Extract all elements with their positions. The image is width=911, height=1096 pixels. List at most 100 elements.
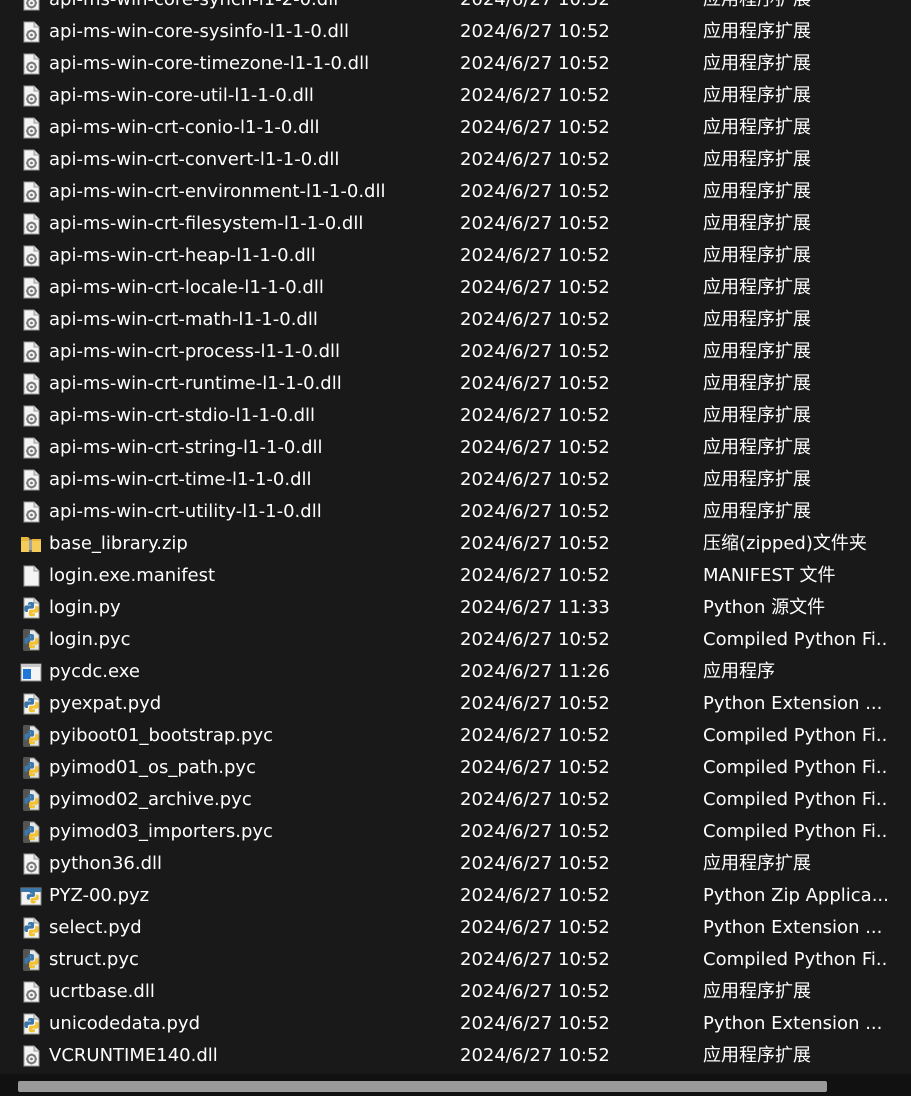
file-row[interactable]: api-ms-win-crt-filesystem-l1-1-0.dll 2024…	[0, 208, 911, 240]
file-type: 应用程序	[703, 661, 775, 682]
file-row[interactable]: VCRUNTIME140.dll 2024/6/27 10:52 应用程序扩展	[0, 1040, 911, 1072]
file-type: 应用程序扩展	[703, 981, 811, 1002]
file-name[interactable]: login.exe.manifest	[49, 560, 215, 592]
file-row[interactable]: api-ms-win-crt-environment-l1-1-0.dll 202…	[0, 176, 911, 208]
file-row[interactable]: api-ms-win-crt-locale-l1-1-0.dll 2024/6/2…	[0, 272, 911, 304]
file-row[interactable]: login.pyc 2024/6/27 10:52 Compiled Python …	[0, 624, 911, 656]
file-row[interactable]: api-ms-win-crt-conio-l1-1-0.dll 2024/6/27…	[0, 112, 911, 144]
file-date-modified: 2024/6/27 11:26	[460, 661, 610, 682]
file-name[interactable]: base_library.zip	[49, 528, 188, 560]
python-extension-file-icon	[20, 693, 42, 715]
python-compiled-file-icon	[20, 757, 42, 779]
file-name[interactable]: login.pyc	[49, 624, 131, 656]
file-name[interactable]: api-ms-win-crt-filesystem-l1-1-0.dll	[49, 208, 363, 240]
file-name[interactable]: api-ms-win-crt-runtime-l1-1-0.dll	[49, 368, 342, 400]
file-name[interactable]: api-ms-win-crt-locale-l1-1-0.dll	[49, 272, 324, 304]
file-type: 应用程序扩展	[703, 181, 811, 202]
file-name[interactable]: api-ms-win-core-timezone-l1-1-0.dll	[49, 48, 369, 80]
file-row[interactable]: pyimod03_importers.pyc 2024/6/27 10:52 Com…	[0, 816, 911, 848]
file-name[interactable]: ucrtbase.dll	[49, 976, 155, 1008]
file-name[interactable]: pyimod02_archive.pyc	[49, 784, 252, 816]
file-date-modified: 2024/6/27 10:52	[460, 85, 610, 106]
file-row[interactable]: login.py 2024/6/27 11:33 Python 源文件	[0, 592, 911, 624]
file-row[interactable]: api-ms-win-crt-math-l1-1-0.dll 2024/6/27 …	[0, 304, 911, 336]
file-row[interactable]: api-ms-win-crt-heap-l1-1-0.dll 2024/6/27 …	[0, 240, 911, 272]
file-row[interactable]: select.pyd 2024/6/27 10:52 Python Extensio…	[0, 912, 911, 944]
file-row[interactable]: ucrtbase.dll 2024/6/27 10:52 应用程序扩展	[0, 976, 911, 1008]
file-name[interactable]: pyiboot01_bootstrap.pyc	[49, 720, 273, 752]
file-row[interactable]: login.exe.manifest 2024/6/27 10:52 MANIFES…	[0, 560, 911, 592]
file-row[interactable]: api-ms-win-core-timezone-l1-1-0.dll 2024/…	[0, 48, 911, 80]
dll-file-icon	[20, 277, 42, 299]
file-name[interactable]: pycdc.exe	[49, 656, 140, 688]
file-name[interactable]: api-ms-win-crt-convert-l1-1-0.dll	[49, 144, 339, 176]
file-row[interactable]: api-ms-win-crt-time-l1-1-0.dll 2024/6/27 …	[0, 464, 911, 496]
file-row[interactable]: struct.pyc 2024/6/27 10:52 Compiled Python…	[0, 944, 911, 976]
file-name[interactable]: api-ms-win-crt-time-l1-1-0.dll	[49, 464, 312, 496]
file-name[interactable]: struct.pyc	[49, 944, 139, 976]
file-date-modified: 2024/6/27 10:52	[460, 405, 610, 426]
file-name[interactable]: api-ms-win-crt-string-l1-1-0.dll	[49, 432, 323, 464]
dll-file-icon	[20, 245, 42, 267]
file-name[interactable]: select.pyd	[49, 912, 142, 944]
file-row[interactable]: pyexpat.pyd 2024/6/27 10:52 Python Extensi…	[0, 688, 911, 720]
file-date-modified: 2024/6/27 10:52	[460, 981, 610, 1002]
scrollbar-thumb[interactable]	[18, 1081, 827, 1092]
file-name[interactable]: unicodedata.pyd	[49, 1008, 200, 1040]
file-row[interactable]: api-ms-win-core-sysinfo-l1-1-0.dll 2024/6…	[0, 16, 911, 48]
file-name[interactable]: api-ms-win-crt-environment-l1-1-0.dll	[49, 176, 385, 208]
file-date-modified: 2024/6/27 10:52	[460, 149, 610, 170]
file-name[interactable]: api-ms-win-crt-heap-l1-1-0.dll	[49, 240, 316, 272]
horizontal-scrollbar[interactable]	[0, 1074, 911, 1096]
file-row[interactable]: pyimod02_archive.pyc 2024/6/27 10:52 Compi…	[0, 784, 911, 816]
file-name[interactable]: pyimod01_os_path.pyc	[49, 752, 256, 784]
file-row[interactable]: pyimod01_os_path.pyc 2024/6/27 10:52 Compi…	[0, 752, 911, 784]
file-row[interactable]: api-ms-win-crt-stdio-l1-1-0.dll 2024/6/27…	[0, 400, 911, 432]
dll-file-icon	[20, 149, 42, 171]
python-compiled-file-icon	[20, 789, 42, 811]
file-name[interactable]: pyexpat.pyd	[49, 688, 161, 720]
dll-file-icon	[20, 53, 42, 75]
file-name[interactable]: api-ms-win-core-util-l1-1-0.dll	[49, 80, 314, 112]
file-name[interactable]: api-ms-win-crt-utility-l1-1-0.dll	[49, 496, 322, 528]
file-name[interactable]: api-ms-win-core-synch-l1-2-0.dll	[49, 0, 338, 16]
file-type: 应用程序扩展	[703, 21, 811, 42]
file-date-modified: 2024/6/27 10:52	[460, 757, 610, 778]
file-row[interactable]: api-ms-win-core-util-l1-1-0.dll 2024/6/27…	[0, 80, 911, 112]
file-row[interactable]: api-ms-win-crt-process-l1-1-0.dll 2024/6/…	[0, 336, 911, 368]
file-name[interactable]: api-ms-win-core-sysinfo-l1-1-0.dll	[49, 16, 349, 48]
file-row[interactable]: python36.dll 2024/6/27 10:52 应用程序扩展	[0, 848, 911, 880]
file-type: 应用程序扩展	[703, 1045, 811, 1066]
file-type: Python 源文件	[703, 597, 826, 618]
zip-folder-icon	[20, 533, 42, 555]
file-name[interactable]: pyimod03_importers.pyc	[49, 816, 273, 848]
file-date-modified: 2024/6/27 10:52	[460, 0, 610, 16]
file-date-modified: 2024/6/27 10:52	[460, 21, 610, 42]
file-name[interactable]: api-ms-win-crt-conio-l1-1-0.dll	[49, 112, 320, 144]
file-row[interactable]: api-ms-win-core-synch-l1-2-0.dll 2024/6/2…	[0, 0, 911, 16]
file-date-modified: 2024/6/27 10:52	[460, 1045, 610, 1066]
file-row[interactable]: base_library.zip 2024/6/27 10:52 压缩(zipped…	[0, 528, 911, 560]
file-type: Compiled Python Fi...	[703, 949, 888, 970]
python-extension-file-icon	[20, 1013, 42, 1035]
file-name[interactable]: login.py	[49, 592, 121, 624]
file-name[interactable]: api-ms-win-crt-stdio-l1-1-0.dll	[49, 400, 315, 432]
file-row[interactable]: unicodedata.pyd 2024/6/27 10:52 Python Ext…	[0, 1008, 911, 1040]
dll-file-icon	[20, 373, 42, 395]
file-row[interactable]: pycdc.exe 2024/6/27 11:26 应用程序	[0, 656, 911, 688]
file-name[interactable]: PYZ-00.pyz	[49, 880, 149, 912]
file-name[interactable]: VCRUNTIME140.dll	[49, 1040, 218, 1072]
file-date-modified: 2024/6/27 10:52	[460, 693, 610, 714]
file-type: 应用程序扩展	[703, 149, 811, 170]
file-name[interactable]: api-ms-win-crt-process-l1-1-0.dll	[49, 336, 340, 368]
file-row[interactable]: api-ms-win-crt-convert-l1-1-0.dll 2024/6/…	[0, 144, 911, 176]
file-row[interactable]: api-ms-win-crt-string-l1-1-0.dll 2024/6/2…	[0, 432, 911, 464]
file-row[interactable]: pyiboot01_bootstrap.pyc 2024/6/27 10:52 Co…	[0, 720, 911, 752]
file-name[interactable]: api-ms-win-crt-math-l1-1-0.dll	[49, 304, 318, 336]
file-row[interactable]: PYZ-00.pyz 2024/6/27 10:52 Python Zip Appl…	[0, 880, 911, 912]
file-type: 应用程序扩展	[703, 437, 811, 458]
file-row[interactable]: api-ms-win-crt-utility-l1-1-0.dll 2024/6/…	[0, 496, 911, 528]
file-name[interactable]: python36.dll	[49, 848, 162, 880]
file-type: Python Zip Applica...	[703, 885, 888, 906]
file-row[interactable]: api-ms-win-crt-runtime-l1-1-0.dll 2024/6/…	[0, 368, 911, 400]
